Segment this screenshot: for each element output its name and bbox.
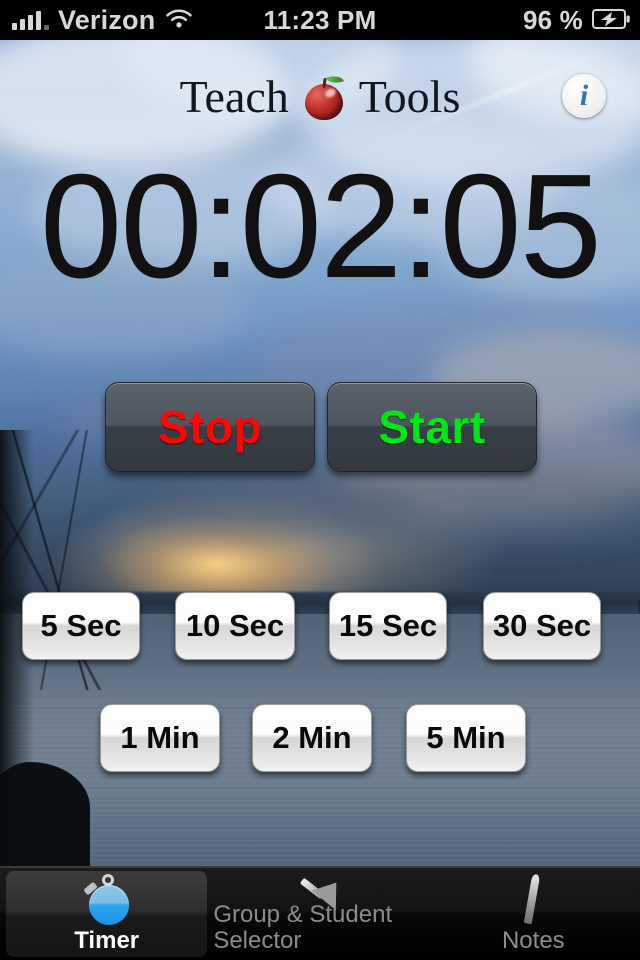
apple-icon [303,72,345,120]
arrow-pointer-icon [289,868,351,916]
page-title: Teach Tools [0,66,640,128]
preset-button-label: 10 Sec [185,608,285,643]
tab-bar: Timer Group & Student Selector Notes [0,866,640,960]
preset-button-label: 5 Min [426,720,506,755]
tab-notes[interactable]: Notes [427,868,640,960]
control-buttons-row: Stop Start [0,382,640,480]
preset-button-label: 15 Sec [338,608,438,643]
tab-notes-label: Notes [501,927,565,954]
preset-button-label: 5 Sec [40,608,122,643]
stop-button-label: Stop [157,401,263,453]
app-screen: Verizon 11:23 PM 96 % Teach Tools i 00:0… [0,0,640,960]
info-icon: i [579,79,589,112]
preset-button-5-min[interactable]: 5 Min [406,704,526,772]
start-button[interactable]: Start [327,382,537,472]
tab-timer[interactable]: Timer [0,868,213,960]
tab-group-student-selector[interactable]: Group & Student Selector [213,868,426,960]
tab-group-student-selector-label: Group & Student Selector [213,901,393,954]
preset-button-2-min[interactable]: 2 Min [252,704,372,772]
status-bar-clock: 11:23 PM [263,4,377,35]
preset-button-label: 2 Min [272,720,352,755]
cloud [360,470,640,540]
preset-button-label: 1 Min [120,720,200,755]
timer-display: 00:02:05 [39,144,602,309]
preset-button-1-min[interactable]: 1 Min [100,704,220,772]
app-title-right: Tools [358,71,461,122]
app-title-left: Teach [179,71,289,122]
preset-button-5-sec[interactable]: 5 Sec [22,592,140,660]
preset-button-15-sec[interactable]: 15 Sec [329,592,447,660]
tab-timer-label: Timer [74,927,140,954]
header: Teach Tools [0,66,640,132]
pen-icon [502,873,564,926]
stopwatch-icon [76,874,138,926]
preset-button-30-sec[interactable]: 30 Sec [483,592,601,660]
info-button[interactable]: i [562,74,606,118]
preset-button-10-sec[interactable]: 10 Sec [175,592,295,660]
preset-button-label: 30 Sec [492,608,592,643]
stop-button[interactable]: Stop [105,382,315,472]
start-button-label: Start [378,401,486,453]
status-bar: Verizon 11:23 PM 96 % [0,0,640,40]
